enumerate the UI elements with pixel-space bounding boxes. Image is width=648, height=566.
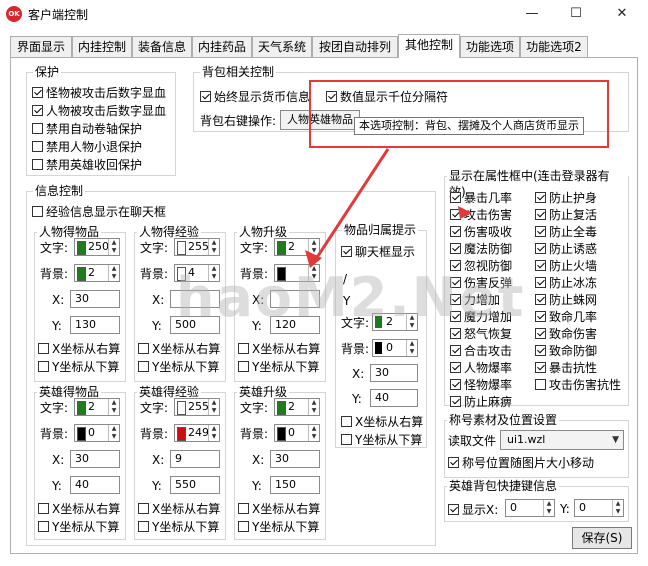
tab-other-control[interactable]: 其他控制 bbox=[398, 34, 460, 58]
watermark: haoM2.Net bbox=[176, 266, 526, 329]
